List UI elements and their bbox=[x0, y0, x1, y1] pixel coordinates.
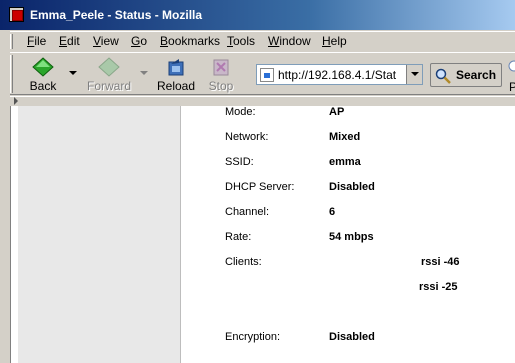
reload-icon bbox=[168, 59, 184, 76]
print-label: P bbox=[509, 80, 515, 94]
menu-window[interactable]: Window bbox=[268, 34, 311, 48]
stop-icon bbox=[213, 59, 229, 76]
window-title: Emma_Peele - Status - Mozilla bbox=[30, 8, 203, 22]
menu-tools[interactable]: Tools bbox=[227, 34, 255, 48]
page-side-panel bbox=[18, 106, 181, 363]
dhcp-server-label: DHCP Server: bbox=[225, 181, 295, 193]
search-label: Search bbox=[456, 68, 497, 82]
menu-bookmarks[interactable]: Bookmarks bbox=[160, 34, 220, 48]
mode-value: AP bbox=[329, 106, 345, 118]
mode-label: Mode: bbox=[225, 106, 256, 118]
back-arrow-icon bbox=[32, 57, 54, 77]
reload-button[interactable]: Reload bbox=[151, 53, 201, 95]
page-content: Mode: AP Network: Mixed SSID: emma DHCP … bbox=[11, 106, 515, 363]
print-button[interactable]: P bbox=[507, 58, 515, 94]
url-bar[interactable]: http://192.168.4.1/Stat bbox=[256, 64, 423, 85]
ssid-label: SSID: bbox=[225, 156, 254, 168]
stop-label: Stop bbox=[208, 79, 234, 93]
search-button[interactable]: Search bbox=[430, 63, 502, 87]
stop-button[interactable]: Stop bbox=[199, 53, 243, 95]
navigation-toolbar: Back Forward Reload Stop http://192.168.… bbox=[10, 52, 515, 95]
title-bar[interactable]: Emma_Peele - Status - Mozilla bbox=[0, 0, 515, 30]
forward-button[interactable]: Forward bbox=[82, 53, 136, 95]
ssid-value: emma bbox=[329, 156, 361, 168]
rate-value: 54 mbps bbox=[329, 231, 374, 243]
clients-label: Clients: bbox=[225, 256, 262, 268]
url-dropdown-icon[interactable] bbox=[406, 65, 422, 84]
menu-help[interactable]: Help bbox=[322, 34, 347, 48]
menu-bar-grip[interactable] bbox=[10, 34, 13, 49]
search-icon bbox=[435, 68, 451, 84]
print-icon bbox=[508, 60, 515, 72]
channel-value: 6 bbox=[329, 206, 336, 218]
network-value: Mixed bbox=[329, 131, 361, 143]
menu-edit[interactable]: Edit bbox=[59, 34, 80, 48]
client-rssi-2: rssi -25 bbox=[419, 281, 458, 293]
menu-go[interactable]: Go bbox=[131, 34, 147, 48]
mozilla-app-icon[interactable] bbox=[9, 7, 24, 22]
toolbar-grip[interactable] bbox=[10, 55, 13, 93]
menu-bar: File Edit View Go Bookmarks Tools Window… bbox=[10, 31, 515, 50]
client-rssi-1: rssi -46 bbox=[421, 256, 460, 268]
window-frame-left bbox=[0, 106, 11, 363]
forward-label: Forward bbox=[86, 79, 131, 93]
encryption-value: Disabled bbox=[329, 331, 375, 343]
menu-file[interactable]: File bbox=[27, 34, 46, 48]
sidebar-toggle-strip[interactable] bbox=[10, 96, 515, 105]
forward-dropdown-icon[interactable] bbox=[140, 71, 148, 75]
dhcp-server-value: Disabled bbox=[329, 181, 375, 193]
menu-view[interactable]: View bbox=[93, 34, 119, 48]
back-label: Back bbox=[29, 79, 57, 93]
url-field[interactable]: http://192.168.4.1/Stat bbox=[278, 68, 402, 82]
page-icon bbox=[260, 68, 274, 82]
sidebar-expand-icon[interactable] bbox=[14, 97, 18, 105]
rate-label: Rate: bbox=[225, 231, 252, 243]
channel-label: Channel: bbox=[225, 206, 270, 218]
forward-arrow-icon bbox=[98, 57, 120, 77]
network-label: Network: bbox=[225, 131, 269, 143]
encryption-label: Encryption: bbox=[225, 331, 281, 343]
back-dropdown-icon[interactable] bbox=[69, 71, 77, 75]
back-button[interactable]: Back bbox=[18, 53, 68, 95]
reload-label: Reload bbox=[156, 79, 196, 93]
